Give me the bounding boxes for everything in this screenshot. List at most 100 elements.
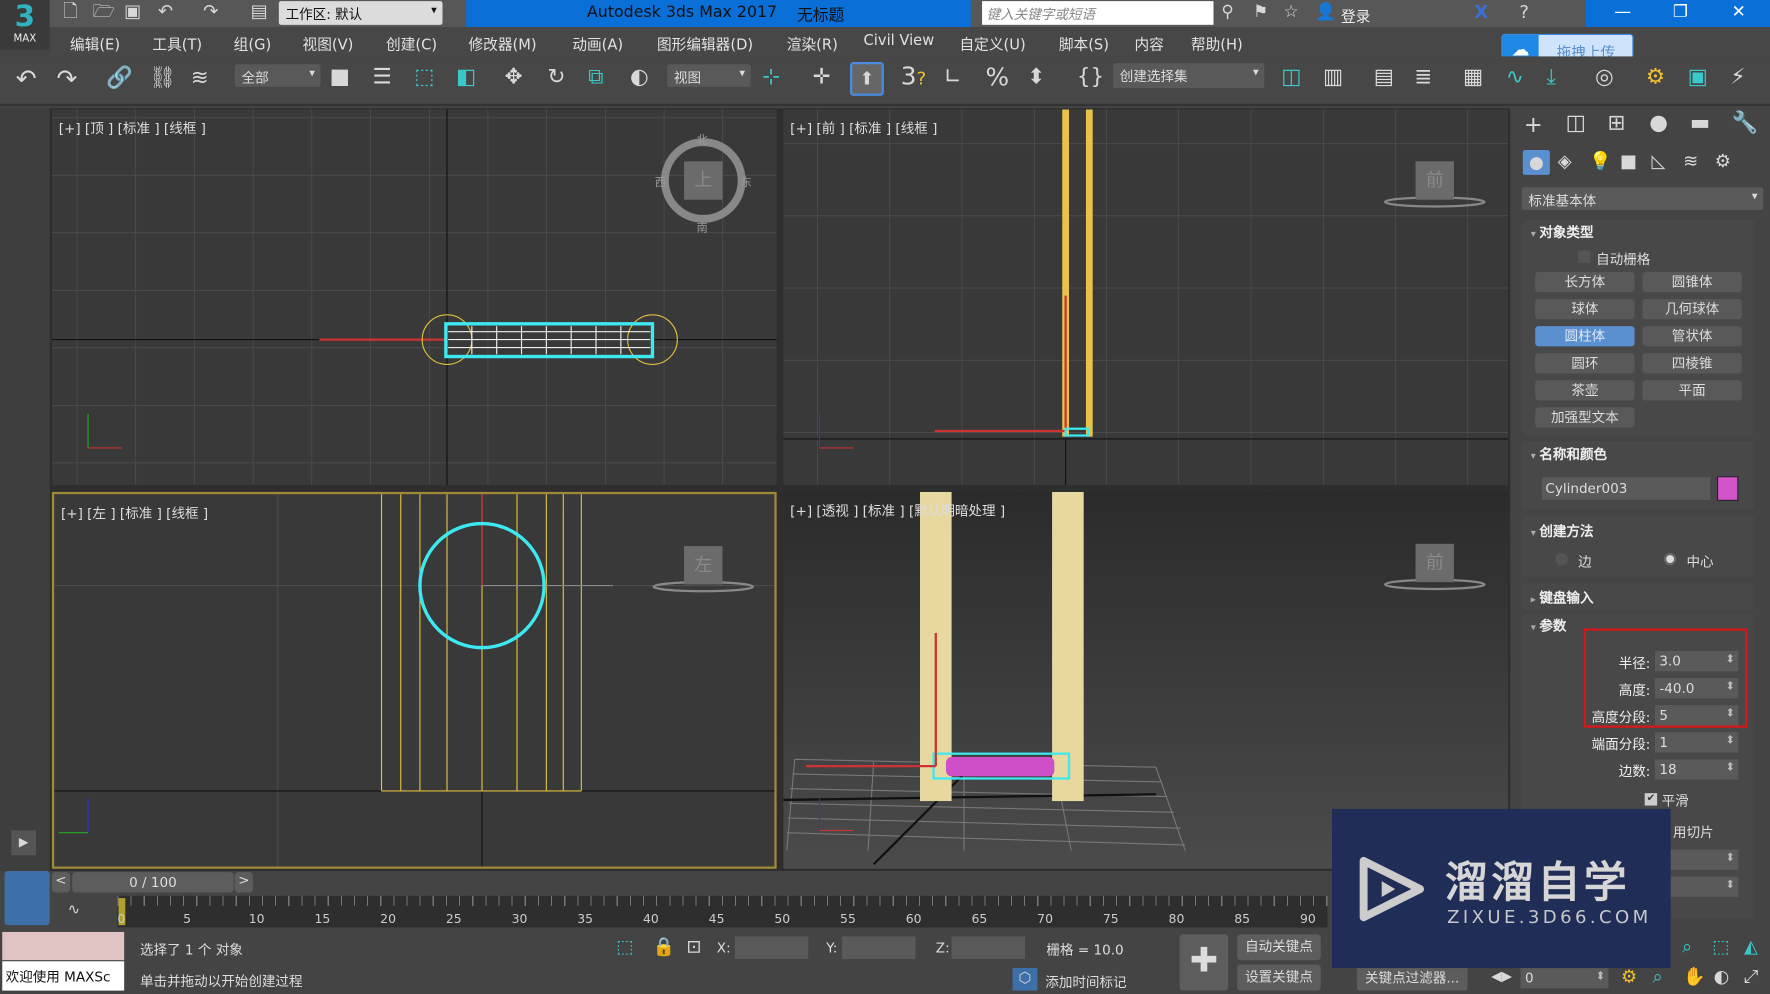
center-radio[interactable]: [1663, 552, 1677, 566]
new-file-icon[interactable]: 🗋: [63, 2, 78, 20]
geometry-icon[interactable]: ●: [1522, 150, 1550, 175]
curve-editor-icon[interactable]: ∿: [1506, 66, 1524, 88]
rollout-title-object-type[interactable]: 对象类型: [1531, 222, 1593, 241]
open-file-icon[interactable]: 🗁: [93, 2, 115, 20]
select-object-icon[interactable]: ■: [330, 66, 350, 88]
menu-rendering[interactable]: 渲染(R): [787, 33, 838, 54]
favorites-star-icon[interactable]: ☆: [1283, 3, 1298, 20]
curve-editor-mini-icon[interactable]: ∿: [68, 903, 80, 918]
menu-customize[interactable]: 自定义(U): [960, 33, 1026, 54]
schematic-view-icon[interactable]: ⤓: [1546, 66, 1555, 88]
menu-modifiers[interactable]: 修改器(M): [468, 33, 536, 54]
selection-lock-icon[interactable]: 🔒: [652, 937, 674, 956]
undo-icon[interactable]: ↶: [158, 2, 173, 20]
viewcube[interactable]: 上: [684, 161, 723, 200]
pivot-center-icon[interactable]: ⊹: [762, 66, 780, 88]
motion-tab-icon[interactable]: ●: [1649, 112, 1668, 134]
helpers-icon[interactable]: ◺: [1651, 152, 1665, 170]
close-icon[interactable]: ✕: [1732, 3, 1746, 20]
shapes-icon[interactable]: ◈: [1558, 152, 1572, 170]
minimize-icon[interactable]: —: [1614, 3, 1631, 20]
create-tab-icon[interactable]: +: [1524, 113, 1543, 136]
app-menu-button[interactable]: 3 MAX: [0, 0, 50, 50]
maxscript-input[interactable]: 欢迎使用 MAXSc: [2, 961, 125, 991]
redo-icon[interactable]: ↷: [203, 2, 218, 20]
rollout-title-name-color[interactable]: 名称和颜色: [1531, 445, 1607, 464]
link-icon[interactable]: 🔗: [106, 67, 133, 89]
geosphere-button[interactable]: 几何球体: [1642, 298, 1742, 320]
object-name-input[interactable]: Cylinder003: [1541, 477, 1711, 500]
rectangular-selection-icon[interactable]: ⬚: [414, 66, 434, 88]
isolate-selection-icon[interactable]: ⬚: [616, 937, 633, 956]
pan-icon[interactable]: ✋: [1683, 967, 1705, 986]
save-icon[interactable]: ▣: [124, 2, 141, 20]
rotate-icon[interactable]: ↻: [547, 66, 565, 88]
edge-radio[interactable]: [1555, 552, 1568, 566]
align-icon[interactable]: ▥: [1323, 66, 1343, 88]
display-tab-icon[interactable]: ▬: [1690, 112, 1710, 134]
select-manipulate-icon[interactable]: ✛: [813, 66, 831, 88]
render-setup-icon[interactable]: ⚙: [1646, 66, 1665, 88]
time-slider-next[interactable]: >: [234, 872, 253, 893]
field-of-view-icon[interactable]: ◭: [1744, 937, 1758, 956]
key-mode-toggle-icon[interactable]: ◀▶: [1491, 969, 1512, 983]
auto-key-button[interactable]: 自动关键点: [1237, 934, 1321, 961]
bind-spacewarp-icon[interactable]: ≋: [191, 67, 209, 89]
lights-icon[interactable]: 💡: [1589, 152, 1611, 170]
viewport-layout-button[interactable]: [4, 871, 50, 926]
box-button[interactable]: 长方体: [1535, 271, 1635, 293]
sphere-button[interactable]: 球体: [1535, 298, 1635, 320]
viewport-label[interactable]: [+] [左 ] [标准 ] [线框 ]: [61, 503, 208, 522]
height-segments-spinner[interactable]: 5: [1654, 705, 1739, 726]
layer-explorer-icon[interactable]: ≣: [1414, 66, 1432, 88]
cylinder-button[interactable]: 圆柱体: [1535, 326, 1635, 347]
workspace-dropdown[interactable]: 工作区: 默认: [278, 1, 443, 25]
window-crossing-icon[interactable]: ◧: [456, 66, 476, 88]
expand-toolbar-icon[interactable]: ▶: [11, 830, 37, 856]
selection-filter-dropdown[interactable]: 全部: [234, 64, 321, 87]
redo-icon[interactable]: ↷: [56, 67, 77, 93]
plane-button[interactable]: 平面: [1642, 380, 1742, 401]
modify-tab-icon[interactable]: ◫: [1566, 112, 1586, 134]
percent-snap-icon[interactable]: %: [985, 66, 1009, 92]
menu-animation[interactable]: 动画(A): [572, 33, 623, 54]
menu-graph-editors[interactable]: 图形编辑器(D): [657, 33, 753, 54]
scene-explorer-icon[interactable]: ▤: [1374, 66, 1394, 88]
smooth-checkbox[interactable]: ✔: [1644, 793, 1658, 806]
autogrid-checkbox[interactable]: [1578, 250, 1591, 263]
menu-create[interactable]: 创建(C): [386, 33, 437, 54]
viewcube[interactable]: 前: [1415, 161, 1454, 200]
sides-spinner[interactable]: 18: [1654, 759, 1739, 780]
select-by-name-icon[interactable]: ☰: [373, 66, 392, 88]
maxscript-listener-mini[interactable]: [2, 931, 125, 961]
angle-snap-icon[interactable]: ∟: [944, 66, 962, 88]
maximize-viewport-icon[interactable]: ⤢: [1744, 967, 1758, 986]
login-button[interactable]: 登录: [1341, 5, 1370, 26]
viewcube[interactable]: 左: [684, 546, 723, 585]
menu-edit[interactable]: 编辑(E): [70, 33, 120, 54]
add-time-tag[interactable]: 添加时间标记: [1045, 973, 1126, 992]
rollout-title-keyboard-entry[interactable]: 键盘输入: [1531, 588, 1593, 607]
current-frame-spinner[interactable]: 0: [1520, 968, 1609, 989]
y-coordinate-field[interactable]: [842, 936, 916, 960]
viewport-label[interactable]: [+] [前 ] [标准 ] [线框 ]: [790, 118, 937, 137]
time-slider-prev[interactable]: <: [51, 872, 70, 893]
help-icon[interactable]: ?: [1519, 3, 1529, 21]
viewport-top[interactable]: [+] [顶 ] [标准 ] [线框 ] 上 北 南 东 西: [51, 109, 777, 486]
exchange-apps-icon[interactable]: X: [1474, 3, 1488, 21]
viewport-left[interactable]: [+] [左 ] [标准 ] [线框 ] 左: [51, 491, 777, 869]
zoom-region-icon[interactable]: ⌕: [1653, 967, 1663, 986]
spinner-snap-icon[interactable]: ⬍: [1027, 66, 1045, 88]
keyboard-shortcut-override-icon[interactable]: ⬆: [850, 62, 884, 96]
snaps-toggle-icon[interactable]: 3?: [901, 65, 926, 90]
menu-views[interactable]: 视图(V): [303, 33, 354, 54]
systems-icon[interactable]: ⚙: [1715, 152, 1731, 170]
project-folder-icon[interactable]: ▤: [251, 2, 268, 20]
object-category-dropdown[interactable]: 标准基本体: [1521, 187, 1764, 210]
spacewarps-icon[interactable]: ≋: [1683, 152, 1698, 170]
unlink-icon[interactable]: ⛓: [149, 67, 176, 89]
torus-button[interactable]: 圆环: [1535, 353, 1635, 374]
set-key-button[interactable]: 设置关键点: [1237, 964, 1321, 991]
hierarchy-tab-icon[interactable]: ⊞: [1607, 112, 1625, 134]
material-editor-icon[interactable]: ◎: [1595, 66, 1614, 88]
